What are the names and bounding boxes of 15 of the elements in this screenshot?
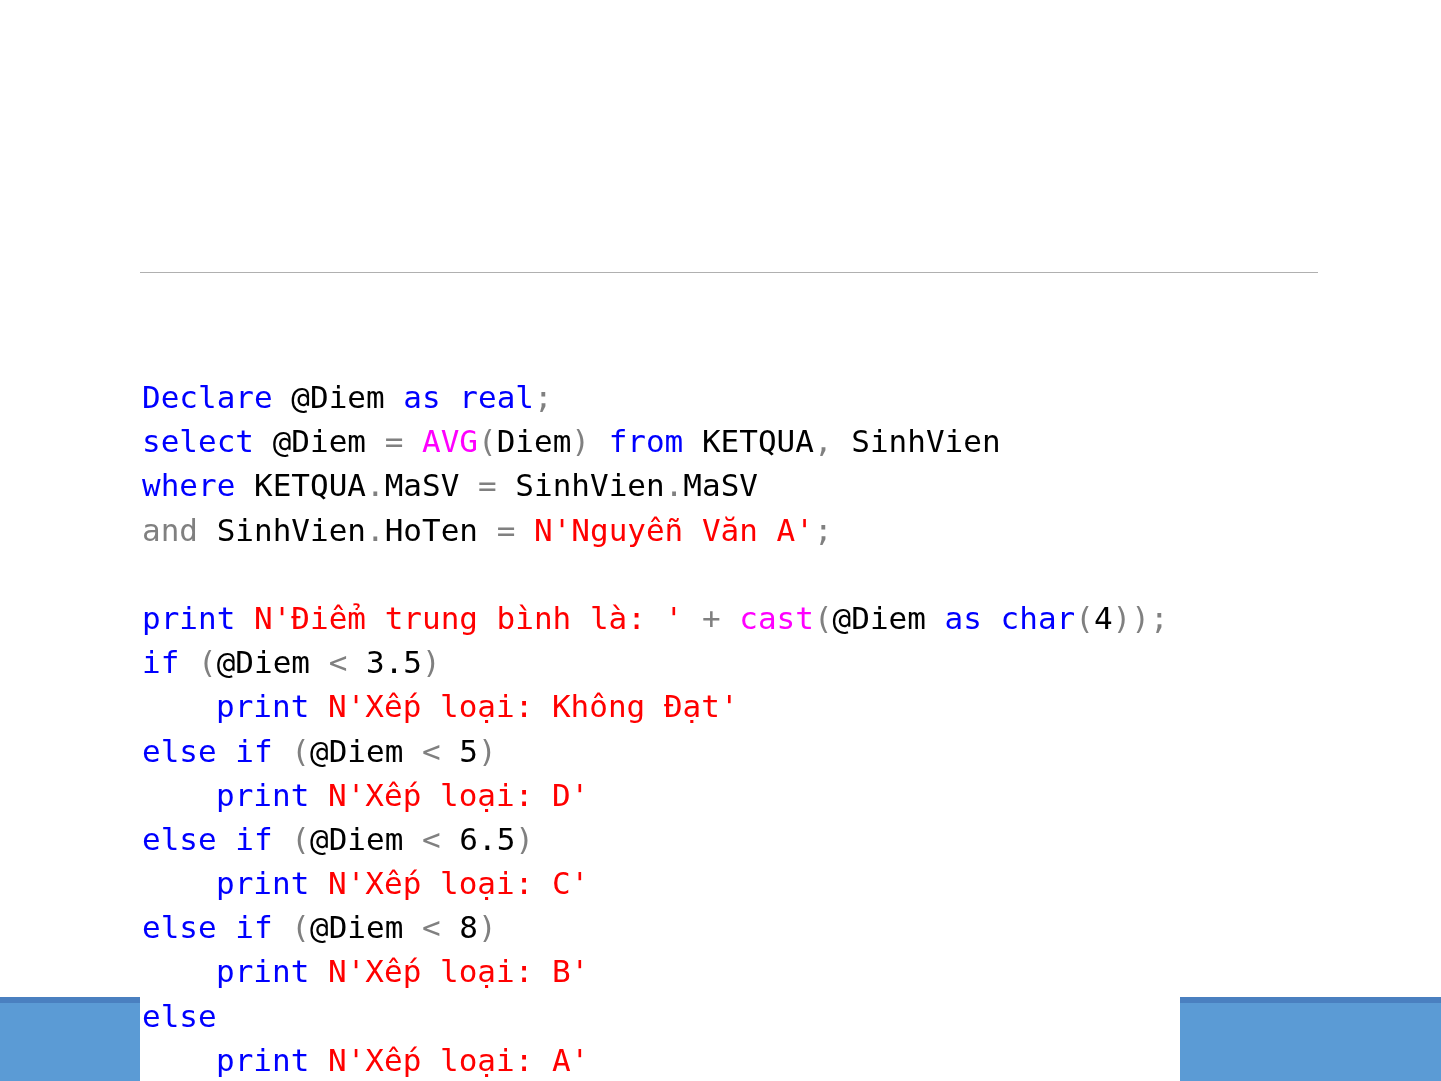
code-line: print N'Xếp loại: Không Đạt' (215, 687, 739, 727)
code-line: print N'Điểm trung bình là: ' + cast(@Diem as char(4)); (142, 598, 1169, 638)
code-line: print N'Xếp loại: D' (215, 775, 590, 815)
code-line: print N'Xếp loại: C' (215, 864, 590, 904)
code-line: else if (@Diem < 8) (142, 908, 497, 948)
code-line: print N'Xếp loại: B' (215, 952, 590, 992)
code-line: print N'Xếp loại: A' (215, 1040, 590, 1080)
code-line: Declare @Diem as real; (142, 378, 553, 417)
code-line: and SinhVien.HoTen = N'Nguyễn Văn A'; (142, 510, 833, 550)
code-line: select @Diem = AVG(Diem) from KETQUA, SinhVien (142, 422, 1001, 462)
code-line: else (142, 996, 217, 1036)
code-line: where KETQUA.MaSV = SinhVien.MaSV (142, 466, 758, 506)
code-line: else if (@Diem < 6.5) (142, 819, 534, 859)
code-line: if (@Diem < 3.5) (142, 643, 441, 683)
code-line: else if (@Diem < 5) (142, 731, 497, 771)
